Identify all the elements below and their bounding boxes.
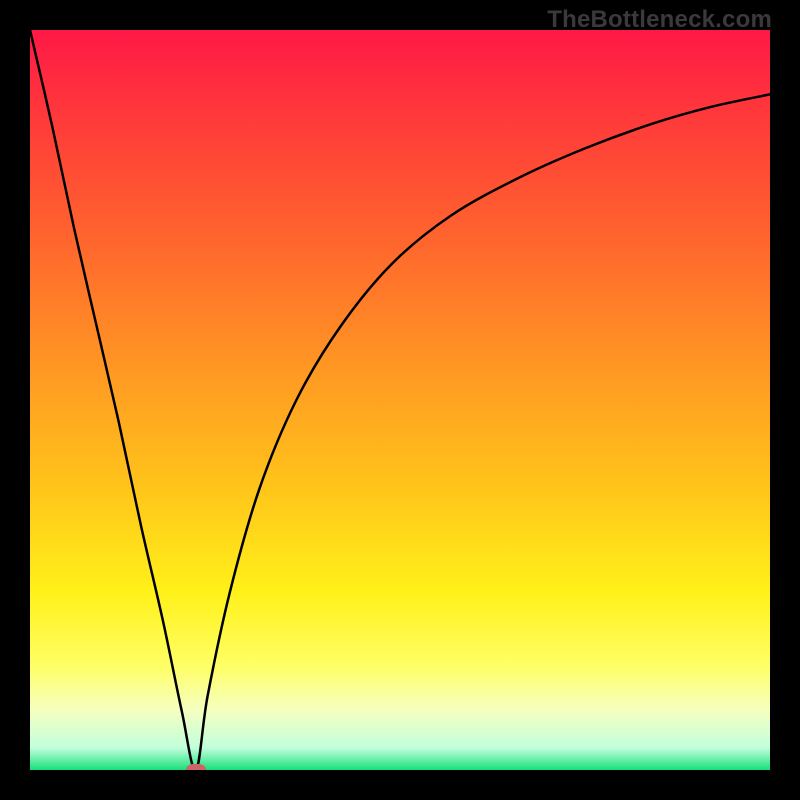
minimum-marker bbox=[186, 764, 206, 770]
watermark-text: TheBottleneck.com bbox=[547, 6, 772, 34]
bottleneck-curve bbox=[30, 30, 770, 770]
chart-frame: TheBottleneck.com bbox=[0, 0, 800, 800]
plot-area bbox=[30, 30, 770, 770]
curve-layer bbox=[30, 30, 770, 770]
